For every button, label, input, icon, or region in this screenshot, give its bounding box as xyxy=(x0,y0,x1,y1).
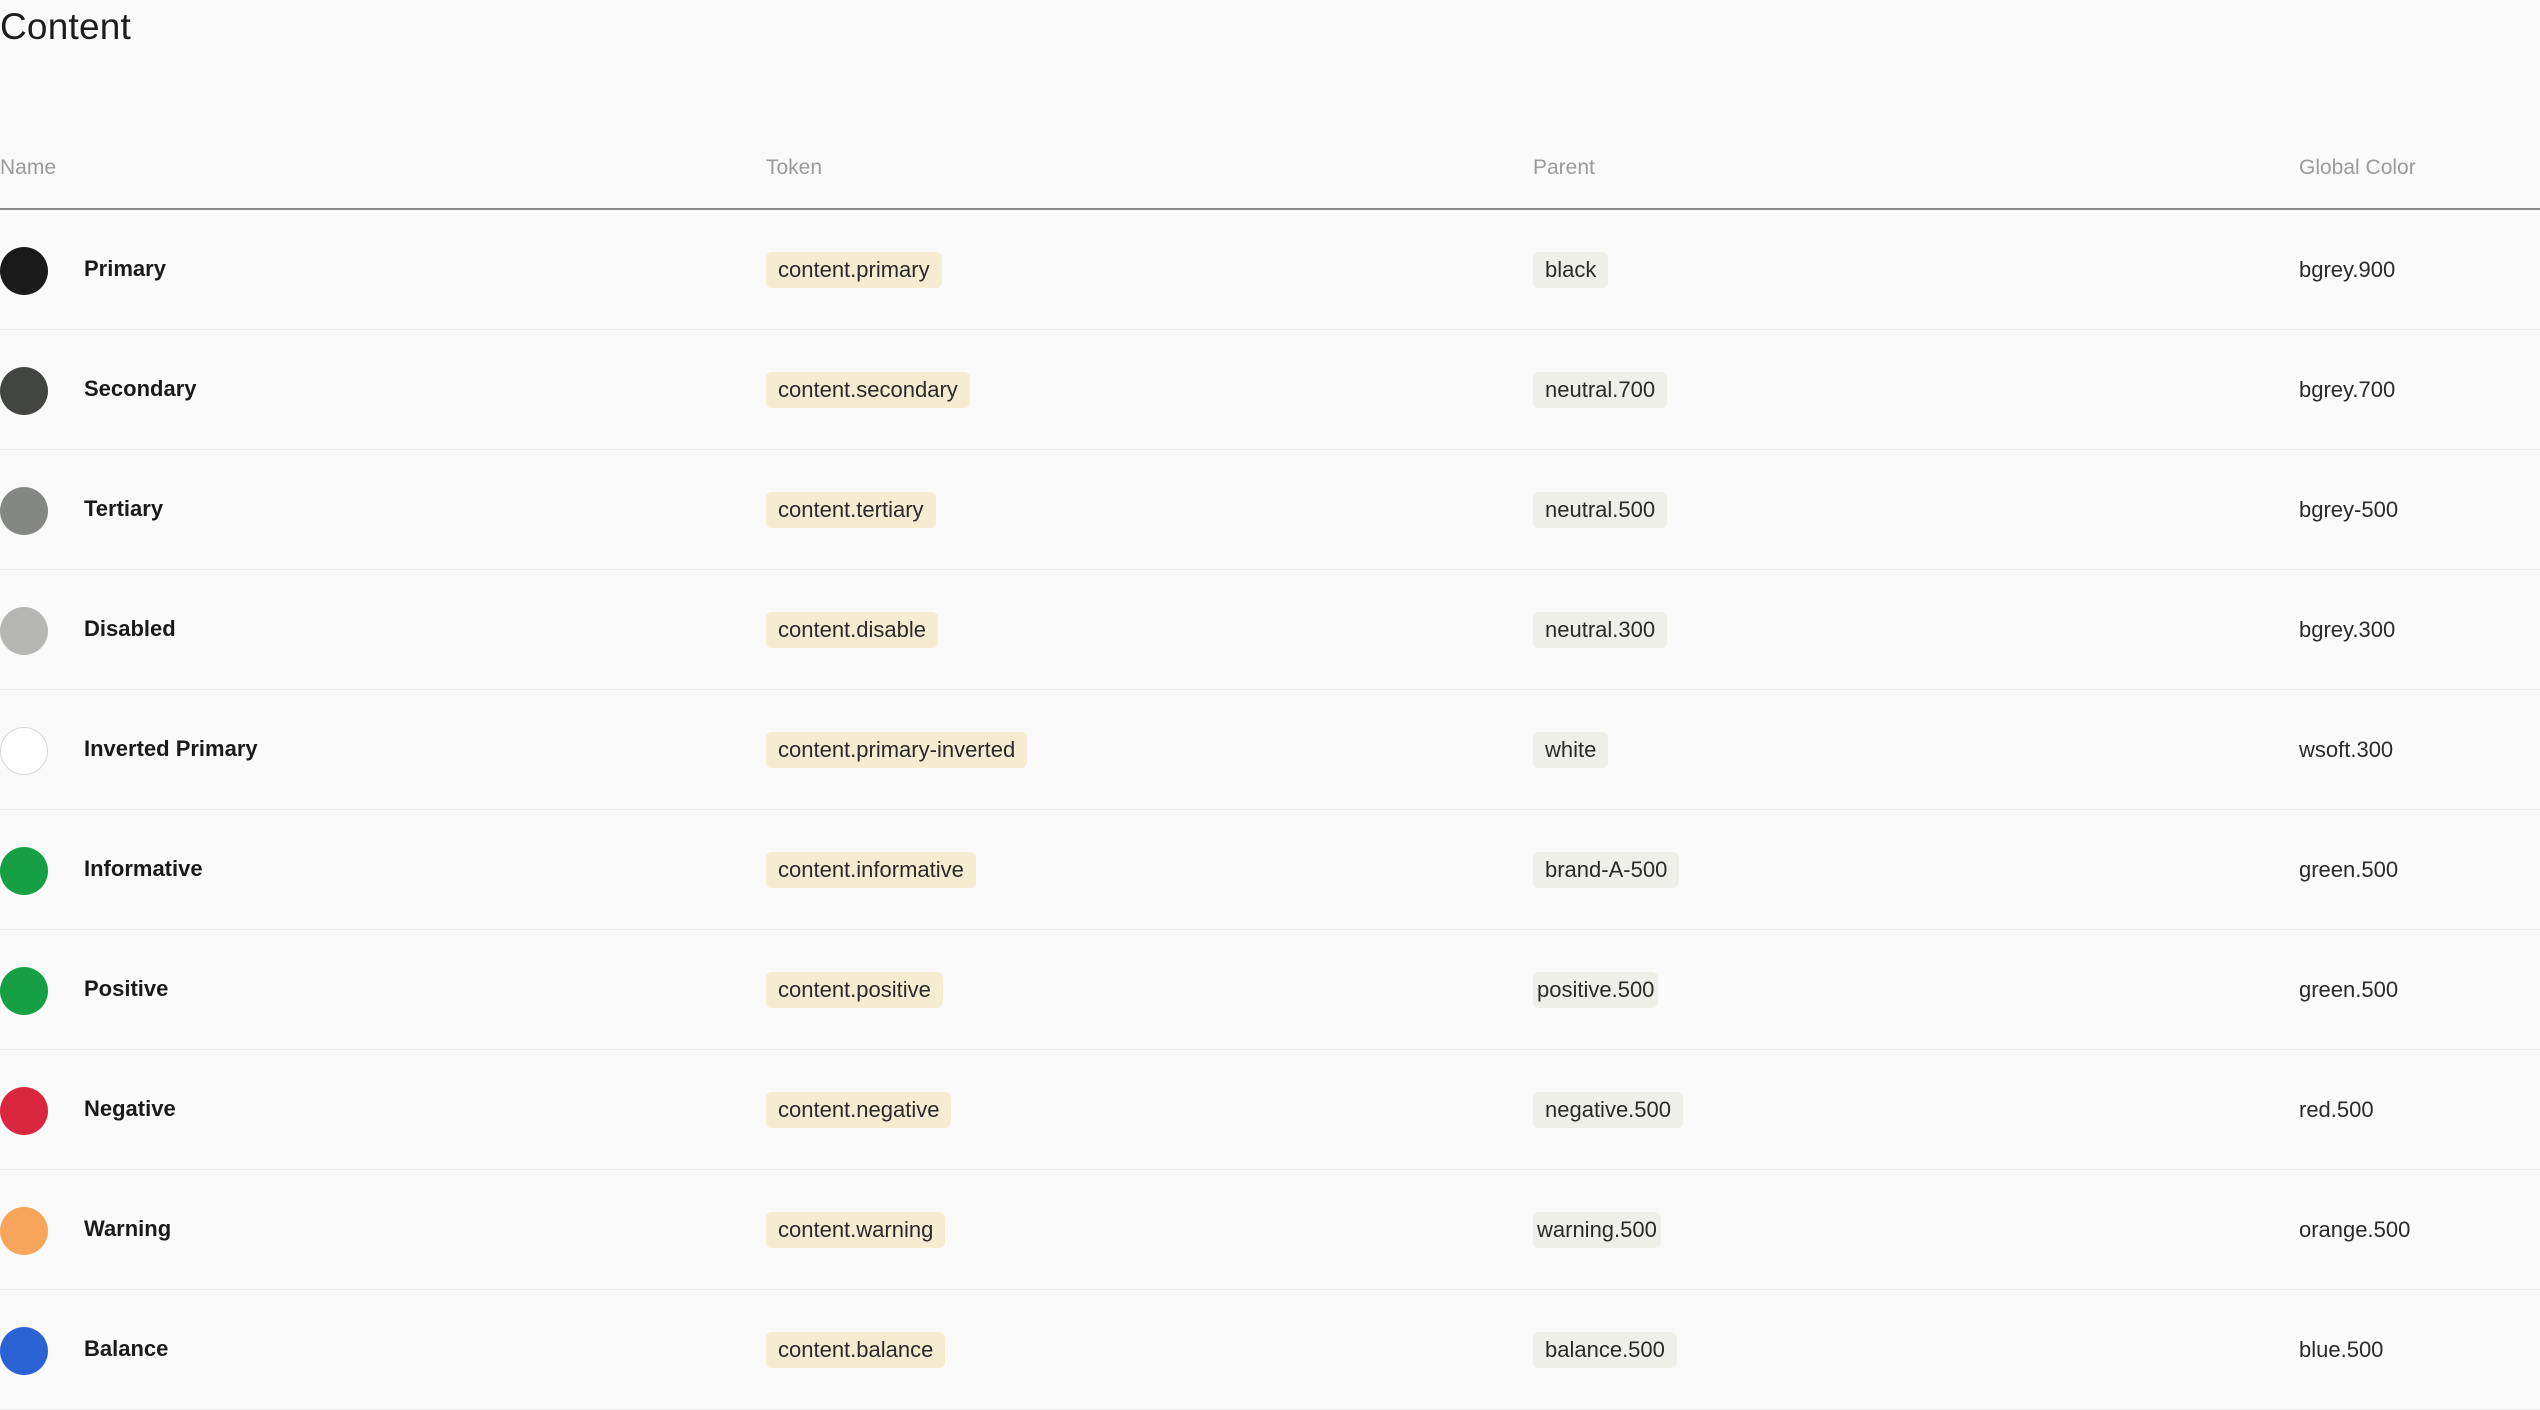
global-color-value: green.500 xyxy=(2299,857,2399,882)
token-chip: content.secondary xyxy=(766,372,970,408)
color-swatch xyxy=(0,1087,48,1135)
global-color-value: orange.500 xyxy=(2299,1217,2411,1242)
parent-chip: neutral.500 xyxy=(1533,492,1668,528)
global-color-value: bgrey.700 xyxy=(2299,377,2396,402)
global-color-value: bgrey.900 xyxy=(2299,257,2396,282)
global-color-value: blue.500 xyxy=(2299,1337,2384,1362)
color-swatch xyxy=(0,967,48,1015)
table-header: Name Token Parent Global Color xyxy=(0,130,2540,210)
row-name: Secondary xyxy=(84,376,197,401)
color-swatch xyxy=(0,727,48,775)
color-swatch xyxy=(0,367,48,415)
row-name: Primary xyxy=(84,256,166,281)
parent-chip: balance.500 xyxy=(1533,1332,1677,1368)
token-chip: content.primary-inverted xyxy=(766,732,1028,768)
color-swatch xyxy=(0,847,48,895)
global-color-value: green.500 xyxy=(2299,977,2399,1002)
table-row: Negative content.negative negative.500 r… xyxy=(0,1050,2540,1170)
row-name: Balance xyxy=(84,1336,169,1361)
column-header-name: Name xyxy=(0,156,57,179)
row-name: Tertiary xyxy=(84,496,164,521)
token-chip: content.disable xyxy=(766,612,938,648)
row-name: Informative xyxy=(84,856,203,881)
table-row: Informative content.informative brand-A-… xyxy=(0,810,2540,930)
parent-chip: white xyxy=(1533,732,1609,768)
global-color-value: bgrey.300 xyxy=(2299,617,2396,642)
column-header-global-color: Global Color xyxy=(2299,156,2416,179)
row-name: Inverted Primary xyxy=(84,736,258,761)
global-color-value: bgrey-500 xyxy=(2299,497,2399,522)
token-chip: content.negative xyxy=(766,1092,952,1128)
parent-chip: positive.500 xyxy=(1533,972,1659,1008)
row-name: Positive xyxy=(84,976,169,1001)
table-row: Balance content.balance balance.500 blue… xyxy=(0,1290,2540,1410)
color-token-table: Name Token Parent Global Color Primary c… xyxy=(0,130,2540,1410)
global-color-value: wsoft.300 xyxy=(2299,737,2394,762)
parent-chip: neutral.700 xyxy=(1533,372,1668,408)
token-chip: content.primary xyxy=(766,252,942,288)
column-header-parent: Parent xyxy=(1533,156,1595,179)
token-chip: content.balance xyxy=(766,1332,946,1368)
global-color-value: red.500 xyxy=(2299,1097,2374,1122)
color-swatch xyxy=(0,487,48,535)
table-row: Disabled content.disable neutral.300 bgr… xyxy=(0,570,2540,690)
table-row: Secondary content.secondary neutral.700 … xyxy=(0,330,2540,450)
table-row: Tertiary content.tertiary neutral.500 bg… xyxy=(0,450,2540,570)
parent-chip: black xyxy=(1533,252,1609,288)
token-chip: content.warning xyxy=(766,1212,946,1248)
color-swatch xyxy=(0,607,48,655)
parent-chip: neutral.300 xyxy=(1533,612,1668,648)
row-name: Warning xyxy=(84,1216,172,1241)
row-name: Disabled xyxy=(84,616,176,641)
page-title: Content xyxy=(0,6,131,47)
column-header-token: Token xyxy=(766,156,823,179)
table-row: Inverted Primary content.primary-inverte… xyxy=(0,690,2540,810)
color-swatch xyxy=(0,1207,48,1255)
color-swatch xyxy=(0,1327,48,1375)
table-row: Warning content.warning warning.500 oran… xyxy=(0,1170,2540,1290)
parent-chip: brand-A-500 xyxy=(1533,852,1680,888)
token-chip: content.informative xyxy=(766,852,976,888)
color-swatch xyxy=(0,247,48,295)
token-chip: content.positive xyxy=(766,972,943,1008)
table-row: Positive content.positive positive.500 g… xyxy=(0,930,2540,1050)
token-chip: content.tertiary xyxy=(766,492,936,528)
parent-chip: warning.500 xyxy=(1533,1212,1661,1248)
row-name: Negative xyxy=(84,1096,176,1121)
parent-chip: negative.500 xyxy=(1533,1092,1683,1128)
table-row: Primary content.primary black bgrey.900 xyxy=(0,210,2540,330)
